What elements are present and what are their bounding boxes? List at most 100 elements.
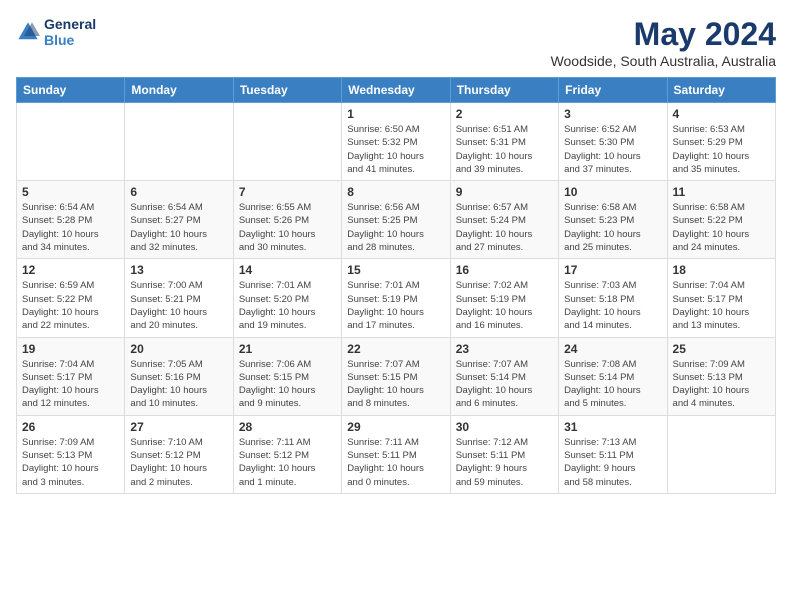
calendar-cell: 26 Sunrise: 7:09 AMSunset: 5:13 PMDayligh… (17, 415, 125, 493)
weekday-header: Thursday (450, 78, 558, 103)
calendar-cell: 5 Sunrise: 6:54 AMSunset: 5:28 PMDaylight… (17, 181, 125, 259)
day-info: Sunrise: 6:50 AMSunset: 5:32 PMDaylight:… (347, 123, 444, 176)
weekday-header: Friday (559, 78, 667, 103)
calendar-cell: 4 Sunrise: 6:53 AMSunset: 5:29 PMDaylight… (667, 103, 775, 181)
calendar-cell: 22 Sunrise: 7:07 AMSunset: 5:15 PMDayligh… (342, 337, 450, 415)
calendar-cell: 14 Sunrise: 7:01 AMSunset: 5:20 PMDayligh… (233, 259, 341, 337)
calendar-table: SundayMondayTuesdayWednesdayThursdayFrid… (16, 77, 776, 494)
month-title: May 2024 (551, 16, 776, 53)
day-number: 10 (564, 185, 661, 199)
calendar-cell: 1 Sunrise: 6:50 AMSunset: 5:32 PMDaylight… (342, 103, 450, 181)
day-number: 28 (239, 420, 336, 434)
day-number: 26 (22, 420, 119, 434)
calendar-cell: 25 Sunrise: 7:09 AMSunset: 5:13 PMDayligh… (667, 337, 775, 415)
day-info: Sunrise: 6:53 AMSunset: 5:29 PMDaylight:… (673, 123, 770, 176)
calendar-cell: 9 Sunrise: 6:57 AMSunset: 5:24 PMDaylight… (450, 181, 558, 259)
day-info: Sunrise: 6:54 AMSunset: 5:28 PMDaylight:… (22, 201, 119, 254)
day-info: Sunrise: 7:10 AMSunset: 5:12 PMDaylight:… (130, 436, 227, 489)
weekday-header: Tuesday (233, 78, 341, 103)
day-number: 5 (22, 185, 119, 199)
day-number: 11 (673, 185, 770, 199)
day-number: 12 (22, 263, 119, 277)
day-number: 14 (239, 263, 336, 277)
day-number: 24 (564, 342, 661, 356)
day-number: 19 (22, 342, 119, 356)
calendar-cell: 8 Sunrise: 6:56 AMSunset: 5:25 PMDaylight… (342, 181, 450, 259)
day-number: 22 (347, 342, 444, 356)
calendar-cell: 19 Sunrise: 7:04 AMSunset: 5:17 PMDayligh… (17, 337, 125, 415)
day-info: Sunrise: 7:00 AMSunset: 5:21 PMDaylight:… (130, 279, 227, 332)
calendar-cell: 13 Sunrise: 7:00 AMSunset: 5:21 PMDayligh… (125, 259, 233, 337)
day-info: Sunrise: 7:11 AMSunset: 5:11 PMDaylight:… (347, 436, 444, 489)
calendar-week-row: 5 Sunrise: 6:54 AMSunset: 5:28 PMDaylight… (17, 181, 776, 259)
logo-general: General (44, 16, 96, 32)
day-info: Sunrise: 7:12 AMSunset: 5:11 PMDaylight:… (456, 436, 553, 489)
day-number: 2 (456, 107, 553, 121)
calendar-cell: 31 Sunrise: 7:13 AMSunset: 5:11 PMDayligh… (559, 415, 667, 493)
calendar-cell: 18 Sunrise: 7:04 AMSunset: 5:17 PMDayligh… (667, 259, 775, 337)
weekday-header: Sunday (17, 78, 125, 103)
day-info: Sunrise: 6:57 AMSunset: 5:24 PMDaylight:… (456, 201, 553, 254)
calendar-cell: 6 Sunrise: 6:54 AMSunset: 5:27 PMDaylight… (125, 181, 233, 259)
day-info: Sunrise: 7:09 AMSunset: 5:13 PMDaylight:… (673, 358, 770, 411)
day-info: Sunrise: 6:52 AMSunset: 5:30 PMDaylight:… (564, 123, 661, 176)
day-number: 27 (130, 420, 227, 434)
day-info: Sunrise: 6:54 AMSunset: 5:27 PMDaylight:… (130, 201, 227, 254)
calendar-week-row: 12 Sunrise: 6:59 AMSunset: 5:22 PMDayligh… (17, 259, 776, 337)
calendar-cell: 12 Sunrise: 6:59 AMSunset: 5:22 PMDayligh… (17, 259, 125, 337)
calendar-cell: 7 Sunrise: 6:55 AMSunset: 5:26 PMDaylight… (233, 181, 341, 259)
calendar-week-row: 19 Sunrise: 7:04 AMSunset: 5:17 PMDayligh… (17, 337, 776, 415)
day-info: Sunrise: 7:04 AMSunset: 5:17 PMDaylight:… (22, 358, 119, 411)
calendar-cell: 10Sunrise: 6:58 AMSunset: 5:23 PMDayligh… (559, 181, 667, 259)
day-info: Sunrise: 7:03 AMSunset: 5:18 PMDaylight:… (564, 279, 661, 332)
day-info: Sunrise: 7:09 AMSunset: 5:13 PMDaylight:… (22, 436, 119, 489)
calendar-week-row: 26 Sunrise: 7:09 AMSunset: 5:13 PMDayligh… (17, 415, 776, 493)
day-number: 6 (130, 185, 227, 199)
day-info: Sunrise: 6:51 AMSunset: 5:31 PMDaylight:… (456, 123, 553, 176)
calendar-cell: 21 Sunrise: 7:06 AMSunset: 5:15 PMDayligh… (233, 337, 341, 415)
day-number: 15 (347, 263, 444, 277)
day-info: Sunrise: 7:02 AMSunset: 5:19 PMDaylight:… (456, 279, 553, 332)
day-number: 3 (564, 107, 661, 121)
day-info: Sunrise: 7:08 AMSunset: 5:14 PMDaylight:… (564, 358, 661, 411)
calendar-cell: 20 Sunrise: 7:05 AMSunset: 5:16 PMDayligh… (125, 337, 233, 415)
logo-icon (16, 20, 40, 44)
page-header: General Blue May 2024 Woodside, South Au… (16, 16, 776, 69)
day-number: 21 (239, 342, 336, 356)
day-info: Sunrise: 7:04 AMSunset: 5:17 PMDaylight:… (673, 279, 770, 332)
weekday-header: Monday (125, 78, 233, 103)
day-info: Sunrise: 7:13 AMSunset: 5:11 PMDaylight:… (564, 436, 661, 489)
day-number: 13 (130, 263, 227, 277)
day-number: 29 (347, 420, 444, 434)
day-number: 30 (456, 420, 553, 434)
calendar-cell: 15Sunrise: 7:01 AMSunset: 5:19 PMDayligh… (342, 259, 450, 337)
calendar-cell: 16Sunrise: 7:02 AMSunset: 5:19 PMDayligh… (450, 259, 558, 337)
logo-blue: Blue (44, 32, 96, 48)
location-subtitle: Woodside, South Australia, Australia (551, 53, 776, 69)
day-info: Sunrise: 6:55 AMSunset: 5:26 PMDaylight:… (239, 201, 336, 254)
day-info: Sunrise: 6:59 AMSunset: 5:22 PMDaylight:… (22, 279, 119, 332)
day-number: 20 (130, 342, 227, 356)
day-info: Sunrise: 7:06 AMSunset: 5:15 PMDaylight:… (239, 358, 336, 411)
day-number: 9 (456, 185, 553, 199)
calendar-week-row: 1 Sunrise: 6:50 AMSunset: 5:32 PMDaylight… (17, 103, 776, 181)
day-number: 4 (673, 107, 770, 121)
day-info: Sunrise: 6:56 AMSunset: 5:25 PMDaylight:… (347, 201, 444, 254)
calendar-cell (125, 103, 233, 181)
day-number: 31 (564, 420, 661, 434)
day-number: 7 (239, 185, 336, 199)
day-number: 25 (673, 342, 770, 356)
day-number: 8 (347, 185, 444, 199)
day-number: 18 (673, 263, 770, 277)
day-number: 23 (456, 342, 553, 356)
day-info: Sunrise: 7:01 AMSunset: 5:20 PMDaylight:… (239, 279, 336, 332)
calendar-cell: 3 Sunrise: 6:52 AMSunset: 5:30 PMDaylight… (559, 103, 667, 181)
day-info: Sunrise: 7:11 AMSunset: 5:12 PMDaylight:… (239, 436, 336, 489)
day-info: Sunrise: 7:07 AMSunset: 5:15 PMDaylight:… (347, 358, 444, 411)
calendar-cell: 23Sunrise: 7:07 AMSunset: 5:14 PMDayligh… (450, 337, 558, 415)
day-info: Sunrise: 7:05 AMSunset: 5:16 PMDaylight:… (130, 358, 227, 411)
calendar-cell: 29 Sunrise: 7:11 AMSunset: 5:11 PMDayligh… (342, 415, 450, 493)
day-number: 1 (347, 107, 444, 121)
calendar-cell: 24 Sunrise: 7:08 AMSunset: 5:14 PMDayligh… (559, 337, 667, 415)
calendar-cell (667, 415, 775, 493)
